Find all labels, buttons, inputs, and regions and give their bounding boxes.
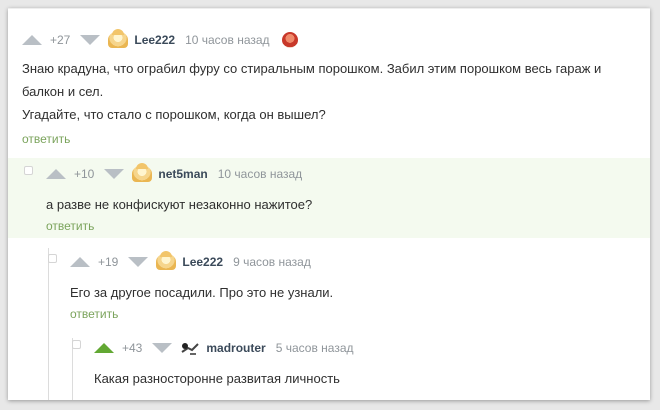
comment-rating: +19	[98, 255, 119, 269]
comment-4: +43 madrouter 5 часов назад Какая разнос…	[94, 338, 634, 390]
comment-text-line: Знаю крадуна, что ограбил фуру со стирал…	[22, 61, 602, 76]
comment-author[interactable]: net5man	[158, 167, 207, 181]
arrow-down-icon[interactable]	[104, 169, 125, 179]
comment-header: +19 Lee222 9 часов назад	[70, 251, 630, 272]
reply-link[interactable]: ответить	[70, 307, 118, 321]
comment-text-line: балкон и сел.	[22, 84, 104, 99]
comment-author[interactable]: madrouter	[206, 341, 265, 355]
comment-rating: +10	[74, 167, 95, 181]
arrow-up-icon[interactable]	[46, 169, 66, 179]
arrow-up-icon[interactable]	[22, 35, 42, 45]
reply-link[interactable]: ответить	[22, 132, 70, 146]
arrow-down-icon[interactable]	[152, 343, 173, 353]
divider	[8, 8, 650, 9]
arrow-down-icon[interactable]	[80, 35, 101, 45]
reply-link[interactable]: ответить	[46, 219, 94, 233]
comment-text: а разве не конфискуют незаконно нажитое?	[46, 193, 636, 216]
arrow-up-icon[interactable]	[70, 257, 90, 267]
avatar-icon[interactable]	[180, 340, 200, 356]
avatar-icon[interactable]	[156, 251, 177, 270]
comment-rating: +27	[50, 33, 71, 47]
comment-author[interactable]: Lee222	[182, 255, 223, 269]
comment-text-line: а разве не конфискуют незаконно нажитое?	[46, 197, 313, 212]
collapse-icon[interactable]	[24, 166, 33, 175]
arrow-up-icon[interactable]	[94, 343, 114, 353]
comment-text: Знаю крадуна, что ограбил фуру со стирал…	[22, 57, 642, 126]
comment-3: +19 Lee222 9 часов назад Его за другое п…	[70, 251, 630, 323]
comment-time: 10 часов назад	[217, 167, 303, 181]
comment-header: +10 net5man 10 часов назад	[46, 163, 636, 184]
thread-line[interactable]	[48, 248, 49, 400]
comment-header: +27 Lee222 10 часов назад	[22, 29, 642, 50]
comments-card: +27 Lee222 10 часов назад Знаю крадуна, …	[8, 8, 650, 400]
collapse-icon[interactable]	[72, 340, 81, 349]
comment-rating: +43	[122, 341, 143, 355]
comment-1: +27 Lee222 10 часов назад Знаю крадуна, …	[22, 29, 642, 148]
comment-text-line: Угадайте, что стало с порошком, когда он…	[22, 107, 326, 122]
arrow-down-icon[interactable]	[128, 257, 149, 267]
comment-header: +43 madrouter 5 часов назад	[94, 338, 634, 358]
comment-2: +10 net5man 10 часов назад а разве не ко…	[46, 163, 636, 235]
comment-text-line: Какая разносторонне развитая личность	[94, 371, 340, 386]
comment-time: 9 часов назад	[233, 255, 311, 269]
comment-text: Его за другое посадили. Про это не узнал…	[70, 281, 630, 304]
avatar-icon[interactable]	[108, 29, 129, 48]
comment-time: 10 часов назад	[185, 33, 270, 47]
comment-time: 5 часов назад	[275, 341, 354, 355]
router-avatar-icon	[181, 343, 200, 355]
avatar-icon[interactable]	[132, 163, 153, 182]
comment-text: Какая разносторонне развитая личность	[94, 367, 634, 390]
comment-author[interactable]: Lee222	[134, 33, 175, 47]
collapse-icon[interactable]	[48, 254, 57, 263]
heart-badge-icon	[281, 32, 298, 48]
comment-text-line: Его за другое посадили. Про это не узнал…	[70, 285, 334, 300]
